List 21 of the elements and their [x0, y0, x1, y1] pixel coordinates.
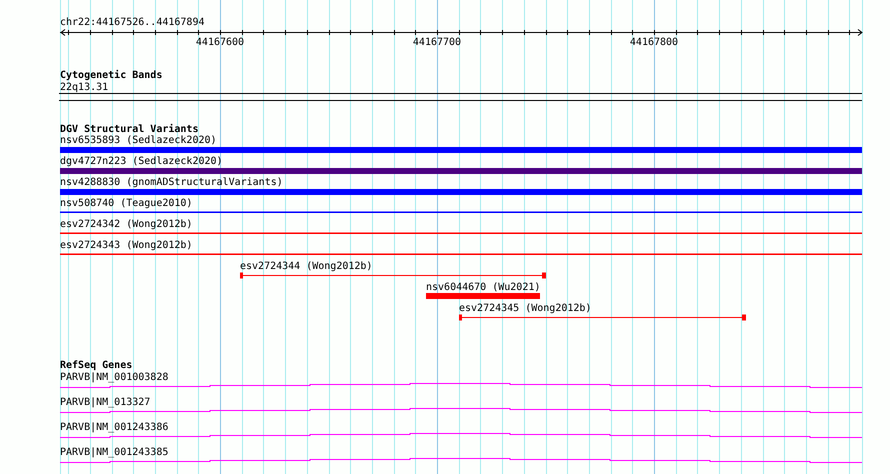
variant-label: nsv4288830 (gnomADStructuralVariants) — [60, 177, 283, 188]
variant-label: nsv508740 (Teague2010) — [60, 198, 192, 209]
band-label: 22q13.31 — [60, 82, 108, 93]
variant-label: nsv6044670 (Wu2021) — [426, 282, 540, 293]
gene-label: PARVB|NM_001243385 — [60, 447, 168, 458]
variant-label: nsv6535893 (Sedlazeck2020) — [60, 135, 217, 146]
tick-label: 44167700 — [412, 37, 462, 48]
track-title: DGV Structural Variants — [60, 124, 198, 135]
variant-label: esv2724342 (Wong2012b) — [60, 219, 192, 230]
tick-label: 44167800 — [630, 37, 678, 48]
variant-label: esv2724343 (Wong2012b) — [60, 240, 192, 251]
gene-label: PARVB|NM_001003828 — [60, 372, 168, 383]
gene-label: PARVB|NM_001243386 — [60, 422, 168, 433]
variant-label: esv2724345 (Wong2012b) — [459, 303, 592, 314]
variant-label: esv2724344 (Wong2012b) — [240, 261, 372, 272]
variant-label: dgv4727n223 (Sedlazeck2020) — [60, 156, 223, 167]
gene-label: PARVB|NM_013327 — [60, 397, 150, 408]
tick-label: 44167600 — [196, 37, 244, 48]
track-title: Cytogenetic Bands — [60, 70, 162, 81]
locus-label: chr22:44167526..44167894 — [60, 17, 204, 28]
track-title: RefSeq Genes — [60, 360, 132, 371]
